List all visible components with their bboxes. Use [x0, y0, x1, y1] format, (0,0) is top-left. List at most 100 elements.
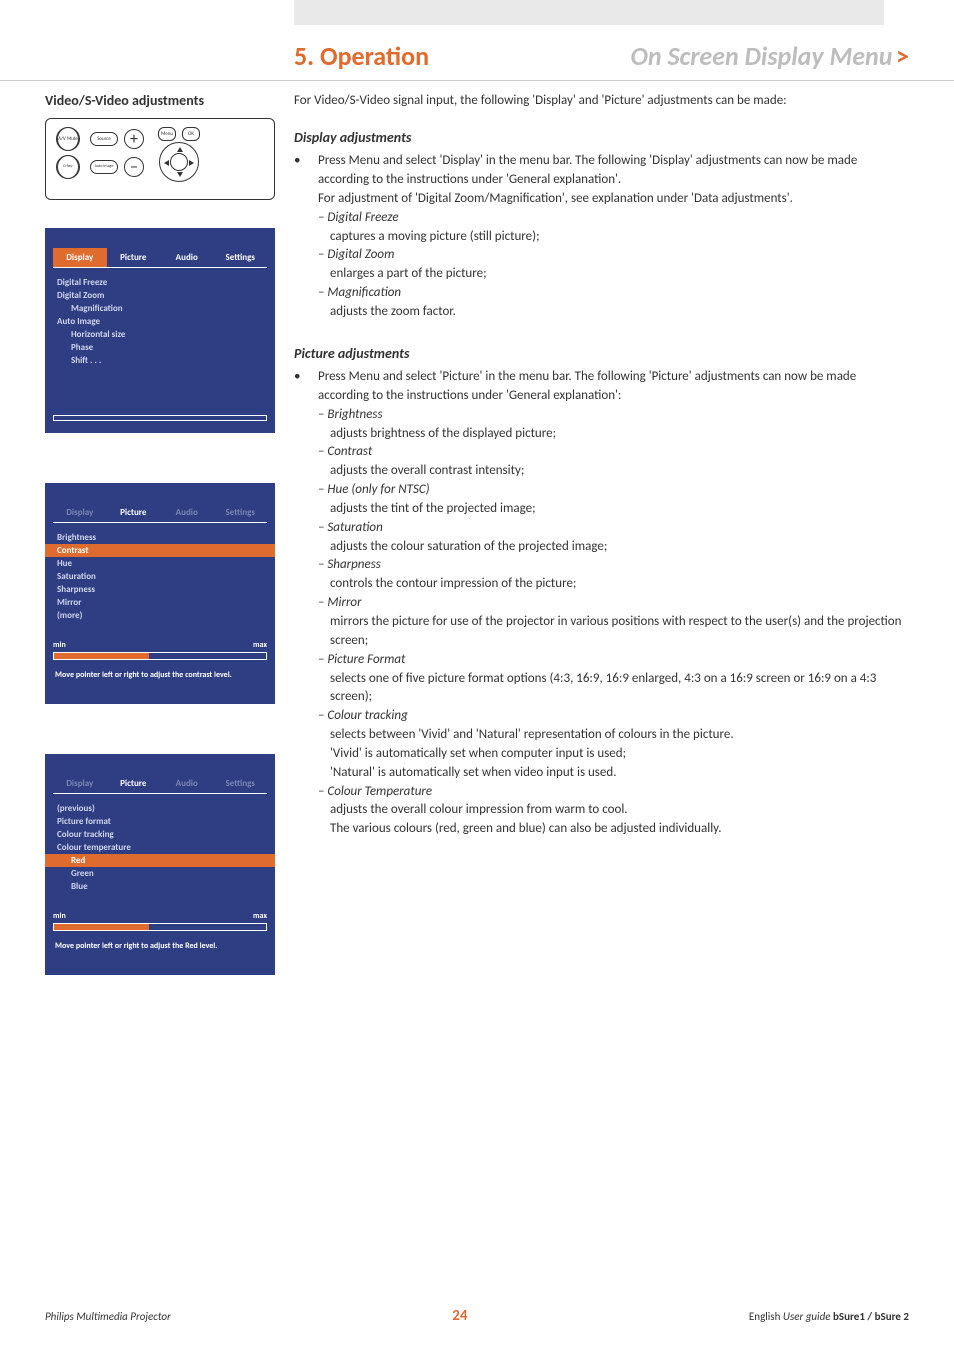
osd3-item: Colour temperature	[57, 841, 263, 854]
remote-diagram: A/V Mute Source + D-key Auto Image − Men…	[45, 118, 275, 200]
osd1-item: Auto Image	[57, 315, 263, 328]
footer-right: English User guide bSure1 / bSure 2	[749, 1310, 909, 1323]
osd-picture-menu-2: Display Picture Audio Settings (previous…	[45, 754, 275, 975]
osd3-item: Green	[57, 867, 263, 880]
section-title-wrap: On Screen Display Menu >	[630, 40, 909, 72]
bar-track	[53, 923, 267, 931]
menu-button: Menu	[158, 127, 176, 141]
source-button: Source	[90, 132, 118, 146]
tab-settings: Settings	[214, 248, 268, 267]
picture-bullet-text: Press Menu and select 'Picture' in the m…	[318, 368, 909, 406]
footer-page: 24	[452, 1307, 467, 1325]
picture-item-label: – Picture Format	[318, 651, 909, 670]
auto-image-button: Auto Image	[90, 160, 118, 174]
bullet-icon: •	[294, 152, 304, 322]
section-gt: >	[896, 40, 909, 72]
osd2-item-selected: Contrast	[45, 544, 275, 557]
display-item-label: – Magnification	[318, 284, 909, 303]
picture-item-label: – Colour tracking	[318, 707, 909, 726]
picture-item-label: – Sharpness	[318, 556, 909, 575]
osd1-item: Horizontal size	[57, 328, 263, 341]
tab-audio: Audio	[160, 248, 214, 267]
display-note: For adjustment of 'Digital Zoom/Magnific…	[318, 190, 909, 209]
picture-item-extra: The various colours (red, green and blue…	[318, 820, 909, 839]
osd2-item: (more)	[57, 609, 263, 622]
arrow-up-icon	[177, 147, 183, 152]
page-header: 5. Operation On Screen Display Menu >	[0, 40, 954, 81]
av-mute-button: A/V Mute	[56, 127, 80, 151]
tab-settings: Settings	[214, 774, 268, 793]
tab-display: Display	[53, 503, 107, 522]
display-item-desc: adjusts the zoom factor.	[318, 303, 909, 322]
header-gray-block	[294, 0, 884, 25]
osd2-item: Sharpness	[57, 583, 263, 596]
arrow-down-icon	[177, 172, 183, 177]
osd3-item: Colour tracking	[57, 828, 263, 841]
osd1-item: Magnification	[57, 302, 263, 315]
osd1-item: Shift . . .	[57, 354, 263, 367]
arrow-right-icon	[189, 160, 194, 166]
minus-icon: −	[130, 158, 138, 177]
picture-bullet: • Press Menu and select 'Picture' in the…	[294, 368, 909, 839]
tab-settings: Settings	[214, 503, 268, 522]
display-item-label: – Digital Zoom	[318, 246, 909, 265]
osd3-hint: Move pointer left or right to adjust the…	[45, 931, 275, 951]
dpad	[159, 142, 199, 182]
footer-guide: User guide	[783, 1310, 831, 1323]
picture-item-label: – Hue (only for NTSC)	[318, 481, 909, 500]
osd2-list: Brightness Contrast Hue Saturation Sharp…	[45, 529, 275, 624]
display-item-label: – Digital Freeze	[318, 209, 909, 228]
chapter-title: 5. Operation	[294, 40, 429, 72]
osd-display-menu: Display Picture Audio Settings Digital F…	[45, 228, 275, 433]
dkey-button: D-key	[56, 155, 80, 179]
bar-min: min	[53, 911, 66, 921]
picture-item-desc: mirrors the picture for use of the proje…	[318, 613, 909, 651]
osd1-sep	[53, 267, 267, 268]
osd3-list: (previous) Picture format Colour trackin…	[45, 800, 275, 895]
picture-item-desc: controls the contour impression of the p…	[318, 575, 909, 594]
display-heading: Display adjustments	[294, 128, 909, 148]
tab-display: Display	[53, 248, 107, 267]
av-mute-inner: A/V Mute	[57, 127, 79, 151]
bar-fill	[54, 924, 149, 930]
osd3-bar: min max	[53, 911, 267, 931]
footer-lang: English	[749, 1310, 780, 1323]
osd2-item: Hue	[57, 557, 263, 570]
display-bullet-text: Press Menu and select 'Display' in the m…	[318, 152, 909, 190]
osd2-item: Saturation	[57, 570, 263, 583]
picture-item-desc: adjusts the overall contrast intensity;	[318, 462, 909, 481]
remote-cluster-right: Menu OK	[158, 127, 200, 182]
ok-button: OK	[182, 127, 200, 141]
osd2-item: Brightness	[57, 531, 263, 544]
tab-audio: Audio	[160, 503, 214, 522]
tab-display: Display	[53, 774, 107, 793]
osd1-list: Digital Freeze Digital Zoom Magnificatio…	[45, 274, 275, 369]
picture-item-label: – Mirror	[318, 594, 909, 613]
page-footer: Philips Multimedia Projector 24 English …	[45, 1307, 909, 1325]
picture-heading: Picture adjustments	[294, 344, 909, 364]
osd1-bar	[53, 415, 267, 421]
picture-item-desc: selects between 'Vivid' and 'Natural' re…	[318, 726, 909, 745]
tab-picture: Picture	[107, 503, 161, 522]
plus-icon: +	[130, 130, 138, 149]
picture-item-desc: adjusts the overall colour impression fr…	[318, 801, 909, 820]
osd3-tabs: Display Picture Audio Settings	[45, 774, 275, 793]
picture-item-label: – Colour Temperature	[318, 783, 909, 802]
dkey-inner: D-key	[57, 155, 79, 179]
vol-plus-button: +	[124, 129, 144, 149]
bar-fill	[54, 653, 149, 659]
tab-picture: Picture	[107, 774, 161, 793]
footer-model: bSure1 / bSure 2	[833, 1310, 909, 1323]
picture-item-desc: adjusts the colour saturation of the pro…	[318, 538, 909, 557]
display-item-desc: enlarges a part of the picture;	[318, 265, 909, 284]
osd3-item: (previous)	[57, 802, 263, 815]
osd3-sep	[53, 793, 267, 794]
osd2-sep	[53, 522, 267, 523]
bar-track	[53, 652, 267, 660]
picture-item-label: – Contrast	[318, 443, 909, 462]
osd1-item: Phase	[57, 341, 263, 354]
osd1-item: Digital Freeze	[57, 276, 263, 289]
osd1-item: Digital Zoom	[57, 289, 263, 302]
remote-cluster-left: A/V Mute Source + D-key Auto Image −	[56, 127, 144, 179]
bar-min: min	[53, 640, 66, 650]
